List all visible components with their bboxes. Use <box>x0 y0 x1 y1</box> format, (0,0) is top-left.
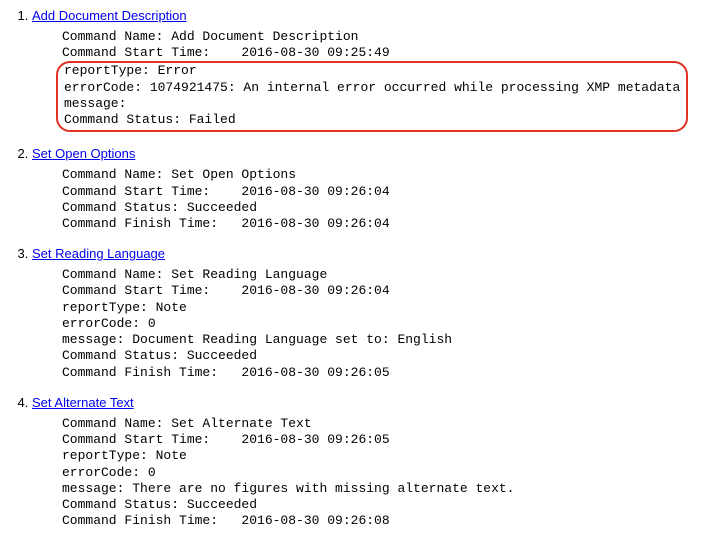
command-details: Command Name: Set Alternate Text Command… <box>62 416 705 530</box>
detail-line: Command Name: Set Alternate Text <box>62 416 312 431</box>
detail-line: Command Start Time: 2016-08-30 09:26:04 <box>62 283 390 298</box>
command-item: Add Document Description Command Name: A… <box>32 8 705 132</box>
detail-line: errorCode: 0 <box>62 316 156 331</box>
detail-line: reportType: Note <box>62 448 187 463</box>
command-title-link[interactable]: Set Reading Language <box>32 246 165 261</box>
command-item: Set Reading Language Command Name: Set R… <box>32 246 705 381</box>
command-details: Command Name: Set Open Options Command S… <box>62 167 705 232</box>
detail-line: Command Finish Time: 2016-08-30 09:26:08 <box>62 513 390 528</box>
detail-line: Command Status: Succeeded <box>62 200 257 215</box>
detail-line: Command Start Time: 2016-08-30 09:26:04 <box>62 184 390 199</box>
detail-line: Command Start Time: 2016-08-30 09:25:49 <box>62 45 390 60</box>
detail-line: Command Status: Failed <box>64 112 236 127</box>
command-title-link[interactable]: Set Open Options <box>32 146 135 161</box>
command-item: Set Open Options Command Name: Set Open … <box>32 146 705 232</box>
detail-line: Command Status: Succeeded <box>62 348 257 363</box>
detail-line: Command Name: Set Open Options <box>62 167 296 182</box>
detail-line: errorCode: 0 <box>62 465 156 480</box>
error-highlight-box: reportType: Error errorCode: 1074921475:… <box>56 61 688 132</box>
command-details: Command Name: Add Document Description C… <box>62 29 705 133</box>
detail-line: reportType: Error <box>64 63 197 78</box>
detail-line: message: There are no figures with missi… <box>62 481 514 496</box>
detail-line: Command Start Time: 2016-08-30 09:26:05 <box>62 432 390 447</box>
detail-line: reportType: Note <box>62 300 187 315</box>
command-title-link[interactable]: Set Alternate Text <box>32 395 134 410</box>
detail-line: message: <box>64 96 126 111</box>
command-log-list: Add Document Description Command Name: A… <box>8 8 705 530</box>
command-details: Command Name: Set Reading Language Comma… <box>62 267 705 381</box>
command-title-link[interactable]: Add Document Description <box>32 8 187 23</box>
detail-line: Command Name: Add Document Description <box>62 29 358 44</box>
detail-line: Command Finish Time: 2016-08-30 09:26:05 <box>62 365 390 380</box>
detail-line: Command Name: Set Reading Language <box>62 267 327 282</box>
detail-line: errorCode: 1074921475: An internal error… <box>64 80 680 95</box>
detail-line: Command Status: Succeeded <box>62 497 257 512</box>
detail-line: message: Document Reading Language set t… <box>62 332 452 347</box>
command-item: Set Alternate Text Command Name: Set Alt… <box>32 395 705 530</box>
detail-line: Command Finish Time: 2016-08-30 09:26:04 <box>62 216 390 231</box>
